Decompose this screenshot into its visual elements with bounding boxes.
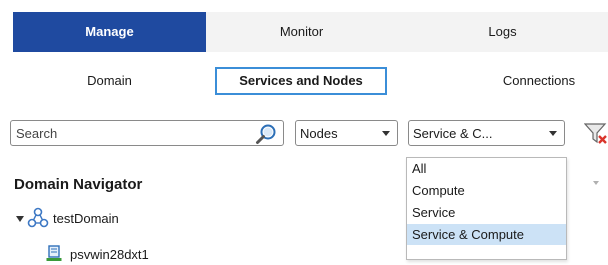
node-icon [46, 245, 62, 261]
chevron-down-icon [382, 131, 390, 136]
tree-item-domain[interactable]: testDomain [53, 211, 119, 226]
expand-caret-icon[interactable] [16, 216, 24, 222]
dropdown-option-compute[interactable]: Compute [407, 180, 566, 201]
collapse-icon[interactable] [593, 181, 599, 185]
dropdown-option-service-and-compute[interactable]: Service & Compute [407, 224, 566, 245]
type-select-value: Nodes [300, 126, 338, 141]
category-select-value: Service & C... [413, 126, 493, 141]
domain-icon [27, 207, 49, 228]
tab-manage[interactable]: Manage [13, 12, 206, 52]
chevron-down-icon [549, 131, 557, 136]
search-placeholder: Search [16, 126, 58, 141]
domain-navigator-title: Domain Navigator [14, 176, 143, 193]
subtab-connections[interactable]: Connections [470, 67, 608, 95]
tree-item-node[interactable]: psvwin28dxt1 [70, 247, 149, 262]
search-input[interactable]: Search [10, 120, 284, 146]
dropdown-option-service[interactable]: Service [407, 202, 566, 223]
subtab-services-and-nodes[interactable]: Services and Nodes [215, 67, 387, 95]
tab-monitor[interactable]: Monitor [206, 12, 397, 52]
clear-filter-icon[interactable] [584, 121, 608, 145]
tab-logs[interactable]: Logs [397, 12, 608, 52]
subtab-domain[interactable]: Domain [13, 67, 206, 95]
dropdown-option-all[interactable]: All [407, 158, 566, 179]
top-tab-bar: Manage Monitor Logs [13, 12, 608, 52]
search-icon[interactable] [255, 123, 277, 145]
category-select[interactable]: Service & C... [408, 120, 565, 146]
category-dropdown-menu: All Compute Service Service & Compute [406, 157, 567, 260]
type-select[interactable]: Nodes [295, 120, 398, 146]
